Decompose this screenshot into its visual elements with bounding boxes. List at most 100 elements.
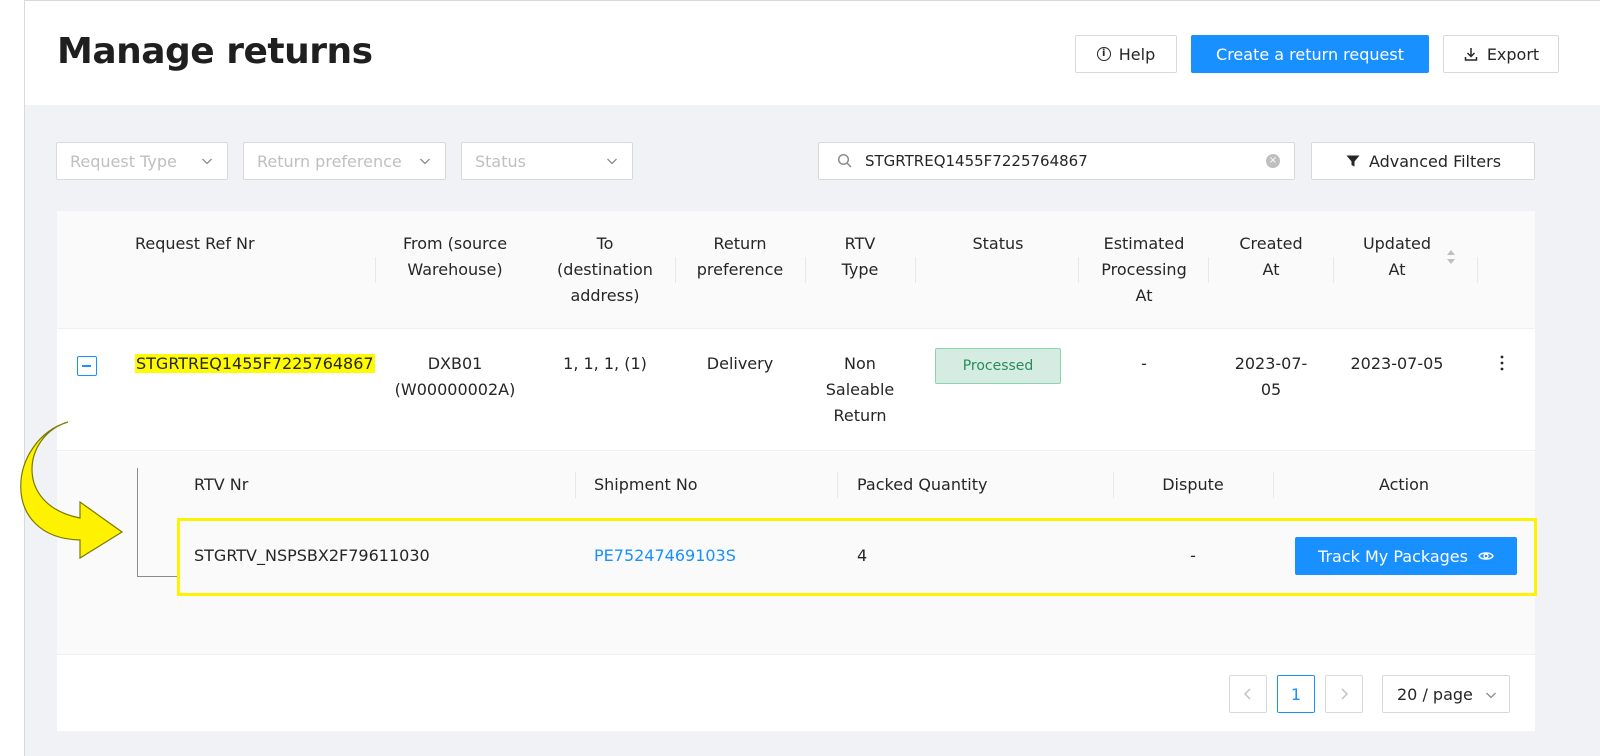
col-pref-line2: preference xyxy=(696,260,784,279)
tree-connector xyxy=(137,468,177,577)
from-line1: DXB01 xyxy=(427,354,483,373)
column-divider xyxy=(1113,472,1114,498)
col-from: From (source Warehouse) xyxy=(385,231,525,283)
table-row: STGRTREQ1455F7225764867 DXB01 (W00000002… xyxy=(57,329,1535,451)
chevron-left-icon xyxy=(1244,688,1251,700)
download-icon xyxy=(1464,48,1478,61)
col-to-line3: address) xyxy=(570,286,640,305)
highlight-box xyxy=(177,518,1537,596)
expanded-row: RTV Nr Shipment No Packed Quantity Dispu… xyxy=(57,452,1537,655)
search-input[interactable] xyxy=(865,143,1255,179)
export-label: Export xyxy=(1486,44,1540,64)
column-divider xyxy=(675,257,676,283)
col-from-line1: From (source xyxy=(402,234,508,253)
col-created-at: Created At xyxy=(1217,231,1325,283)
col-to-line2: (destination xyxy=(557,260,653,279)
col-estimated-processing: Estimated Processing At xyxy=(1081,231,1207,309)
column-divider xyxy=(805,257,806,283)
updated-at-cell: 2023-07-05 xyxy=(1350,354,1444,373)
chevron-right-icon xyxy=(1341,688,1348,700)
page-size-select[interactable]: 20 / page xyxy=(1382,675,1510,713)
search-box: × xyxy=(818,142,1295,180)
request-ref-value: STGRTREQ1455F7225764867 xyxy=(135,354,375,373)
collapse-icon[interactable] xyxy=(77,356,97,376)
sort-icon[interactable] xyxy=(1446,249,1456,265)
chevron-down-icon xyxy=(1486,692,1496,699)
col-est-line1: Estimated xyxy=(1103,234,1185,253)
column-divider xyxy=(1273,472,1274,498)
column-divider xyxy=(1477,257,1478,283)
request-ref-cell[interactable]: STGRTREQ1455F7225764867 xyxy=(135,351,375,377)
col-request-ref: Request Ref Nr xyxy=(135,234,255,253)
next-page-button[interactable] xyxy=(1325,675,1363,713)
page-title: Manage returns xyxy=(57,31,373,72)
help-label: Help xyxy=(1118,44,1156,64)
info-icon: i xyxy=(1096,47,1111,61)
col-pref-line1: Return xyxy=(713,234,767,253)
returns-table: Request Ref Nr From (source Warehouse) T… xyxy=(57,211,1537,731)
to-cell: 1, 1, 1, (1) xyxy=(563,354,647,373)
page-size-value: 20 / page xyxy=(1397,684,1473,704)
sub-col-dispute: Dispute xyxy=(1162,475,1224,494)
page-header: Manage returns i Help Create a return re… xyxy=(25,1,1600,105)
col-updated-line1: Updated xyxy=(1362,234,1432,253)
return-preference-select[interactable]: Return preference xyxy=(243,142,446,180)
column-divider xyxy=(1208,257,1209,283)
column-divider xyxy=(375,257,376,283)
chevron-down-icon xyxy=(420,158,430,165)
col-status: Status xyxy=(972,234,1024,253)
table-header: Request Ref Nr From (source Warehouse) T… xyxy=(57,211,1535,329)
col-created-line1: Created xyxy=(1239,234,1303,253)
create-return-request-button[interactable]: Create a return request xyxy=(1191,35,1429,73)
filter-icon xyxy=(1346,155,1360,167)
col-rtv-line1: RTV xyxy=(844,234,876,253)
column-divider xyxy=(575,472,576,498)
more-vertical-icon[interactable] xyxy=(1499,353,1505,373)
column-divider xyxy=(1078,257,1079,283)
previous-page-button[interactable] xyxy=(1229,675,1267,713)
return-preference-placeholder: Return preference xyxy=(257,151,402,171)
advanced-filters-label: Advanced Filters xyxy=(1368,151,1502,171)
request-type-select[interactable]: Request Type xyxy=(56,142,228,180)
rtv-type-line1: Non xyxy=(844,354,876,373)
col-to: To (destination address) xyxy=(537,231,673,309)
app-frame: Manage returns i Help Create a return re… xyxy=(24,0,1600,756)
status-select[interactable]: Status xyxy=(461,142,633,180)
export-button[interactable]: Export xyxy=(1443,35,1559,73)
chevron-down-icon xyxy=(202,158,212,165)
sub-col-action: Action xyxy=(1378,475,1430,494)
column-divider xyxy=(837,472,838,498)
rtv-type-line3: Return xyxy=(833,406,887,425)
page-1-button[interactable]: 1 xyxy=(1277,675,1315,713)
col-return-preference: Return preference xyxy=(679,231,801,283)
rtv-type-cell: Non Saleable Return xyxy=(817,351,903,429)
chevron-down-icon xyxy=(607,158,617,165)
column-divider xyxy=(915,257,916,283)
col-rtv-type: RTV Type xyxy=(817,231,903,283)
created-line2: 05 xyxy=(1260,380,1282,399)
clear-icon[interactable]: × xyxy=(1266,154,1280,168)
sub-col-rtv-nr: RTV Nr xyxy=(194,475,249,494)
search-icon xyxy=(837,153,852,168)
col-updated-at[interactable]: Updated At xyxy=(1341,231,1453,283)
create-label: Create a return request xyxy=(1216,44,1404,64)
sub-col-packed-quantity: Packed Quantity xyxy=(857,475,988,494)
col-from-line2: Warehouse) xyxy=(407,260,503,279)
advanced-filters-button[interactable]: Advanced Filters xyxy=(1311,142,1535,180)
created-at-cell: 2023-07- 05 xyxy=(1217,351,1325,403)
column-divider xyxy=(1333,257,1334,283)
help-button[interactable]: i Help xyxy=(1075,35,1177,73)
sub-col-shipment-no: Shipment No xyxy=(594,475,698,494)
from-cell: DXB01 (W00000002A) xyxy=(385,351,525,403)
from-line2: (W00000002A) xyxy=(394,380,516,399)
col-est-line3: At xyxy=(1135,286,1153,305)
col-rtv-line2: Type xyxy=(841,260,879,279)
col-to-line1: To xyxy=(596,234,614,253)
request-type-placeholder: Request Type xyxy=(70,151,177,171)
col-updated-line2: At xyxy=(1388,260,1406,279)
return-preference-cell: Delivery xyxy=(706,354,774,373)
rtv-type-line2: Saleable xyxy=(825,380,895,399)
col-est-line2: Processing xyxy=(1101,260,1187,279)
status-badge: Processed xyxy=(935,348,1061,384)
status-placeholder: Status xyxy=(475,151,526,171)
